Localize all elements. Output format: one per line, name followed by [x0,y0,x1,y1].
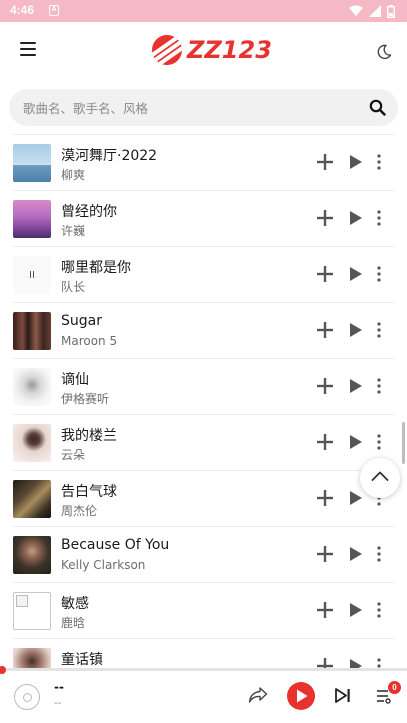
more-icon[interactable] [375,153,383,171]
search-icon[interactable] [369,99,386,116]
list-item[interactable]: 敏感 鹿晗 [13,582,394,638]
album-cover [13,480,51,518]
play-icon[interactable] [349,603,363,617]
battery-icon [387,4,395,18]
album-cover [13,368,51,406]
play-icon[interactable] [349,155,363,169]
add-icon[interactable] [316,377,334,395]
moon-icon[interactable] [376,44,392,60]
album-cover-placeholder [13,592,51,630]
now-playing-title: -- [54,680,64,694]
list-item[interactable]: Because Of You Kelly Clarkson [13,526,394,582]
play-pause-button[interactable] [287,682,315,710]
song-title: 哪里都是你 [61,260,131,276]
song-artist: Maroon 5 [61,334,118,348]
add-icon[interactable] [316,657,334,668]
more-icon[interactable] [375,265,383,283]
queue-count-badge: 0 [388,681,401,694]
status-bar: 4:46 A [0,0,407,22]
a-icon: A [49,5,59,16]
album-cover [13,648,51,668]
album-cover [13,200,51,238]
song-artist: 柳爽 [61,168,86,182]
add-icon[interactable] [316,209,334,227]
share-icon[interactable] [248,686,268,704]
play-icon[interactable] [349,491,363,505]
play-icon[interactable] [349,267,363,281]
progress-bar[interactable] [0,666,407,674]
app-header: ZZ123 [0,22,407,82]
progress-handle[interactable] [0,666,6,674]
add-icon[interactable] [316,601,334,619]
logo-text: ZZ123 [187,36,272,64]
song-artist: 许巍 [61,224,86,238]
wifi-icon [349,5,363,16]
more-icon[interactable] [375,321,383,339]
scrollbar[interactable] [402,422,405,464]
disc-icon[interactable] [14,684,40,710]
play-icon[interactable] [349,547,363,561]
status-icons [349,4,395,18]
album-cover [13,256,51,294]
list-item[interactable]: 谪仙 伊格赛听 [13,358,394,414]
album-cover [13,536,51,574]
more-icon[interactable] [375,657,383,668]
add-icon[interactable] [316,321,334,339]
song-artist: 周杰伦 [61,504,98,518]
song-artist: Kelly Clarkson [61,558,146,572]
add-icon[interactable] [316,265,334,283]
search-input[interactable] [23,98,353,118]
song-title: 谪仙 [61,372,89,388]
list-item[interactable]: 告白气球 周杰伦 [13,470,394,526]
song-title: 我的楼兰 [61,428,117,444]
play-icon[interactable] [349,379,363,393]
song-title: Because Of You [61,537,170,553]
song-title: 漠河舞厅·2022 [61,148,158,164]
list-item[interactable]: 哪里都是你 队长 [13,246,394,302]
play-icon[interactable] [349,323,363,337]
mini-player: -- -- 0 [0,666,407,723]
album-cover [13,312,51,350]
play-icon[interactable] [349,659,363,668]
play-icon[interactable] [349,435,363,449]
list-item[interactable]: 童话镇 [13,638,394,668]
song-list: 漠河舞厅·2022 柳爽 曾经的你 许巍 哪里都是你 队长 Sugar Maro… [13,134,394,668]
list-item[interactable]: 漠河舞厅·2022 柳爽 [13,134,394,190]
album-cover [13,144,51,182]
logo[interactable]: ZZ123 [152,34,272,66]
add-icon[interactable] [316,489,334,507]
search-bar [9,89,398,126]
song-artist: 云朵 [61,448,86,462]
song-artist: 队长 [61,280,86,294]
song-title: 敏感 [61,596,89,612]
more-icon[interactable] [375,209,383,227]
next-icon[interactable] [335,688,351,703]
song-title: 告白气球 [61,484,117,500]
hamburger-icon[interactable] [20,42,36,56]
list-item[interactable]: Sugar Maroon 5 [13,302,394,358]
more-icon[interactable] [375,545,383,563]
add-icon[interactable] [316,153,334,171]
song-title: Sugar [61,313,102,329]
list-item[interactable]: 曾经的你 许巍 [13,190,394,246]
chevron-up-icon [371,471,389,481]
more-icon[interactable] [375,377,383,395]
play-icon [297,689,308,703]
back-to-top-button[interactable] [360,458,400,498]
add-icon[interactable] [316,545,334,563]
list-item[interactable]: 我的楼兰 云朵 [13,414,394,470]
signal-icon [369,5,381,17]
add-icon[interactable] [316,433,334,451]
play-icon[interactable] [349,211,363,225]
song-artist: 伊格赛听 [61,392,110,406]
logo-mark-icon [152,35,182,65]
more-icon[interactable] [375,601,383,619]
song-title: 童话镇 [61,652,103,668]
status-time: 4:46 [10,3,35,17]
more-icon[interactable] [375,433,383,451]
album-cover [13,424,51,462]
now-playing-artist: -- [54,698,62,709]
song-artist: 鹿晗 [61,616,86,630]
song-title: 曾经的你 [61,204,117,220]
